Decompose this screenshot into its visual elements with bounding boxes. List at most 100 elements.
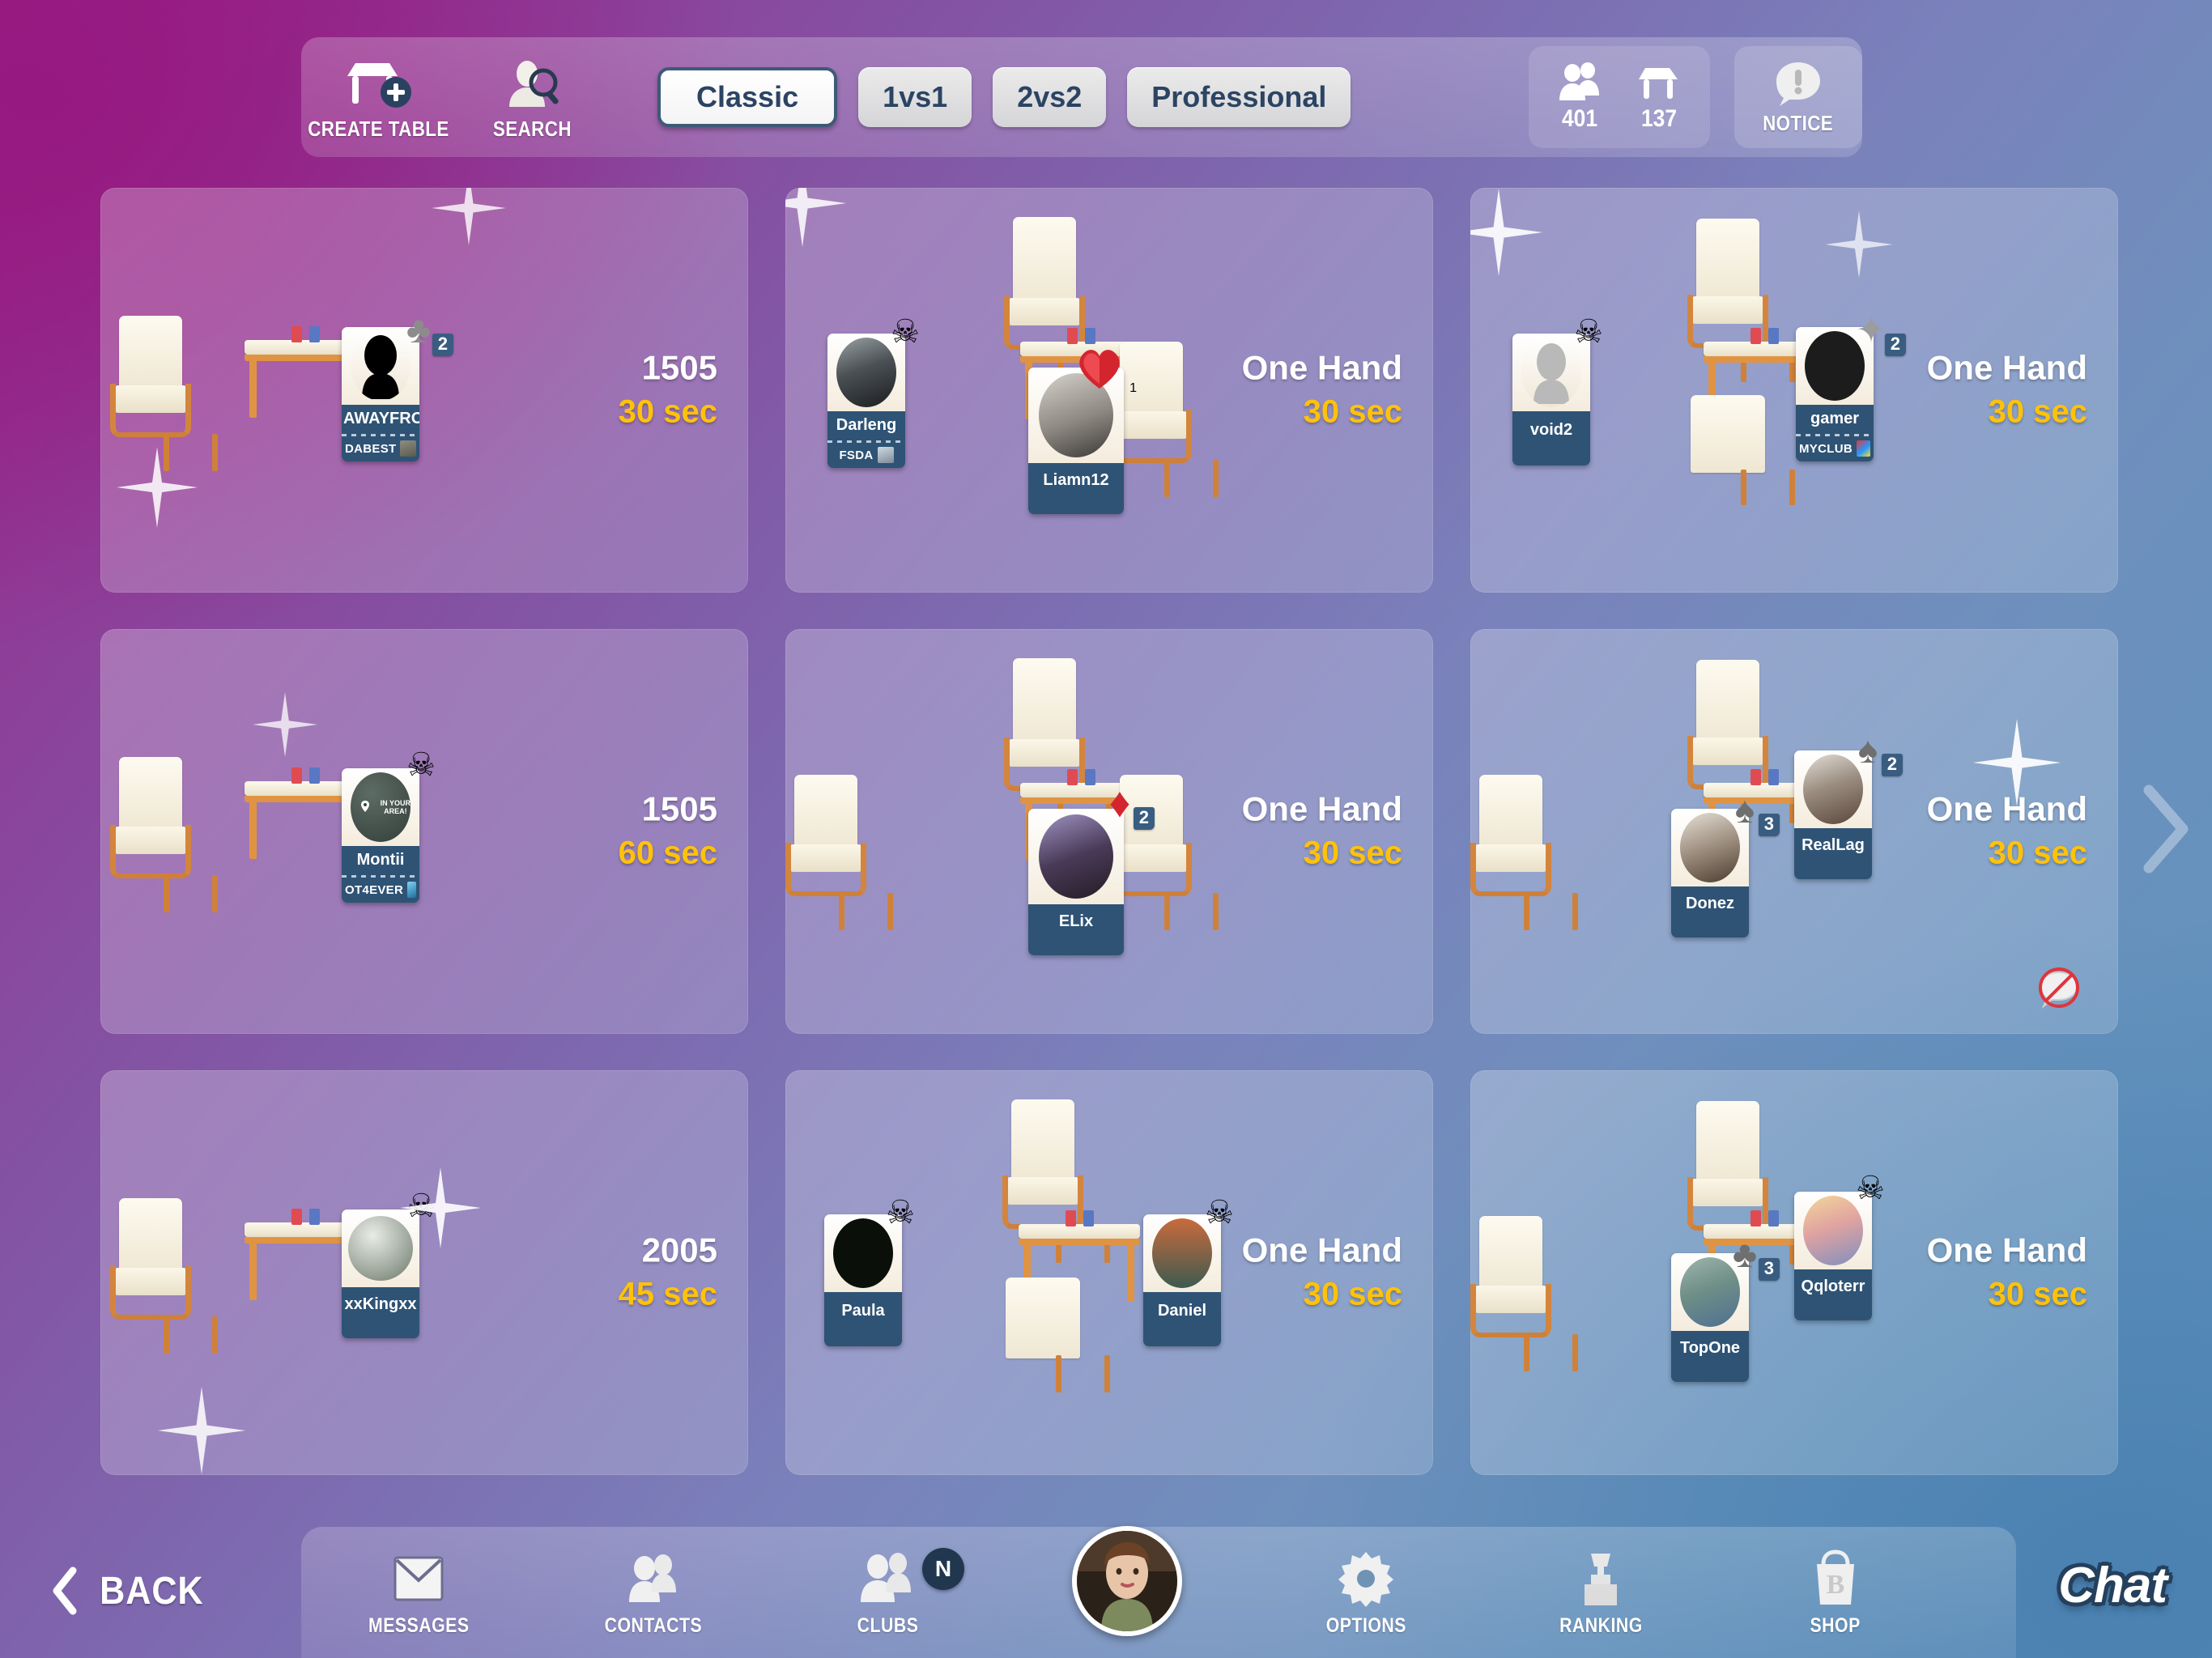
envelope-icon xyxy=(389,1548,449,1609)
player-club: MYCLUB xyxy=(1796,438,1874,461)
player-name: TopOne xyxy=(1671,1331,1749,1382)
nav-item-shop[interactable]: B SHOP xyxy=(1718,1527,1953,1658)
shopping-bag-icon: B xyxy=(1809,1548,1862,1609)
table-mode: One Hand xyxy=(1241,1231,1402,1269)
player-name: Liamn12 xyxy=(1028,463,1124,514)
player-plaque[interactable]: ♠ 3 Donez xyxy=(1671,791,1780,937)
table-mode: One Hand xyxy=(1926,789,2087,828)
plaque-divider xyxy=(1796,432,1874,438)
player-name: Daniel xyxy=(1143,1292,1221,1346)
player-plaque[interactable]: ♠ 2 RealLag xyxy=(1794,731,1903,879)
mode-tab-2vs2[interactable]: 2vs2 xyxy=(993,67,1107,127)
mode-tab-1vs1[interactable]: 1vs1 xyxy=(858,67,972,127)
club-name: OT4EVER xyxy=(345,882,404,897)
table-meta: One Hand 30 sec xyxy=(1927,791,2087,871)
table-timer: 30 sec xyxy=(1303,835,1402,871)
trophy-icon xyxy=(1572,1548,1630,1609)
table-mode: 2005 xyxy=(641,1231,717,1269)
skull-icon: ☠ xyxy=(1856,1171,1885,1206)
table-card[interactable]: ☠ xxKingxx 2005 45 sec xyxy=(100,1070,748,1475)
table-card[interactable]: ♠ 3 Donez ♠ 2 RealLag One Hand 30 sec xyxy=(1470,629,2118,1034)
player-plaque[interactable]: ☠ Paula xyxy=(824,1197,915,1346)
player-name: Paula xyxy=(824,1292,902,1346)
skull-icon: ☠ xyxy=(1574,314,1603,350)
table-card[interactable]: ♦ 2 ELix One Hand 30 sec xyxy=(785,629,1433,1034)
player-name: Montii xyxy=(342,846,419,873)
suit-level: 3 xyxy=(1758,814,1780,836)
no-chat-icon xyxy=(2037,967,2081,1011)
club-name: DABEST xyxy=(345,441,397,456)
table-card[interactable]: ☠ Darleng FSDA 1 Liamn12 One Hand 30 sec xyxy=(785,188,1433,593)
table-meta: One Hand 30 sec xyxy=(1927,350,2087,430)
sparkle-decoration xyxy=(1825,210,1893,278)
nav-label-messages: MESSAGES xyxy=(368,1613,470,1637)
player-plaque[interactable]: ☠ Qqloterr xyxy=(1794,1172,1885,1320)
player-plaque[interactable]: ☠ xxKingxx xyxy=(342,1190,436,1338)
plaque-divider xyxy=(827,438,905,444)
table-timer: 60 sec xyxy=(618,835,717,871)
table-card[interactable]: ☠ Paula ☠ Daniel One Hand 30 sec xyxy=(785,1070,1433,1475)
suit-badge-club: ♣ 3 xyxy=(1723,1232,1780,1281)
table-card[interactable]: IN YOUR AREA! ☠ Montii OT4EVER 1505 60 se… xyxy=(100,629,748,1034)
club-emblem-icon xyxy=(1856,440,1870,457)
suit-badge-club: ♣ 2 xyxy=(397,308,453,356)
nav-item-ranking[interactable]: RANKING xyxy=(1483,1527,1718,1658)
player-plaque[interactable]: ☠ Darleng FSDA xyxy=(827,316,920,468)
table-card[interactable]: ♣ 3 TopOne ☠ Qqloterr One Hand 30 sec xyxy=(1470,1070,2118,1475)
clubs-icon xyxy=(853,1548,923,1609)
user-avatar-button[interactable] xyxy=(1006,1526,1249,1647)
nav-label-options: OPTIONS xyxy=(1325,1613,1406,1637)
plaque-divider xyxy=(342,873,419,879)
sparkle-decoration xyxy=(117,447,198,528)
suit-badge-star: ✦ 2 xyxy=(1849,308,1906,356)
tables-open-counter: 137 xyxy=(1636,62,1682,133)
mode-tab-classic[interactable]: Classic xyxy=(657,67,838,127)
contacts-icon xyxy=(621,1548,686,1609)
next-page-button[interactable] xyxy=(2138,780,2194,878)
nav-item-contacts[interactable]: CONTACTS xyxy=(536,1527,771,1658)
player-plaque[interactable]: ☠ Daniel xyxy=(1143,1197,1234,1346)
table-timer: 30 sec xyxy=(1988,393,2087,430)
table-timer: 30 sec xyxy=(1303,1276,1402,1312)
sparkle-decoration xyxy=(432,188,506,245)
table-meta: One Hand 30 sec xyxy=(1242,791,1402,871)
player-plaque[interactable]: 1 Liamn12 xyxy=(1028,350,1137,514)
nav-item-options[interactable]: OPTIONS xyxy=(1249,1527,1483,1658)
chevron-left-icon xyxy=(53,1567,77,1615)
notice-button[interactable]: NOTICE xyxy=(1734,46,1862,148)
notice-icon xyxy=(1776,62,1820,106)
table-mode: One Hand xyxy=(1926,1231,2087,1269)
player-plaque[interactable]: ♣ 2 AWAYFRO DABEST xyxy=(342,311,453,461)
nav-label-contacts: CONTACTS xyxy=(604,1613,703,1637)
club-emblem-icon xyxy=(407,882,416,898)
back-button[interactable]: BACK xyxy=(50,1566,210,1616)
suit-badge-spade: ♠ 3 xyxy=(1723,788,1780,836)
player-plaque[interactable]: ✦ 2 gamer MYCLUB xyxy=(1796,311,1906,461)
player-plaque[interactable]: ♦ 2 ELix xyxy=(1028,782,1155,955)
player-club: FSDA xyxy=(827,444,905,468)
suit-badge-spade: ♠ 2 xyxy=(1846,728,1903,776)
player-plaque[interactable]: ☠ void2 xyxy=(1512,316,1603,466)
player-plaque[interactable]: ♣ 3 TopOne xyxy=(1671,1235,1780,1382)
notice-label: NOTICE xyxy=(1763,110,1834,135)
table-timer: 30 sec xyxy=(1303,393,1402,430)
chat-button[interactable]: Chat xyxy=(2058,1557,2167,1614)
mode-tab-professional[interactable]: Professional xyxy=(1127,67,1351,127)
suit-badge-heart: 1 xyxy=(1073,343,1137,396)
create-table-button[interactable]: CREATE TABLE xyxy=(301,37,455,157)
table-card[interactable]: ♣ 2 AWAYFRO DABEST 1505 30 sec xyxy=(100,188,748,593)
skull-icon: ☠ xyxy=(891,314,920,350)
suit-level: 2 xyxy=(1884,334,1906,356)
club-name: MYCLUB xyxy=(1799,441,1853,456)
table-mode: One Hand xyxy=(1926,348,2087,387)
table-timer: 30 sec xyxy=(1988,835,2087,871)
nav-item-clubs[interactable]: N CLUBS xyxy=(771,1527,1006,1658)
table-icon xyxy=(1639,68,1678,99)
nav-item-messages[interactable]: MESSAGES xyxy=(301,1527,536,1658)
search-button[interactable]: SEARCH xyxy=(455,37,609,157)
player-plaque[interactable]: IN YOUR AREA! ☠ Montii OT4EVER xyxy=(342,749,436,903)
player-name: Darleng xyxy=(827,411,905,438)
table-card[interactable]: ☠ void2 ✦ 2 gamer MYCLUB One Hand 30 sec xyxy=(1470,188,2118,593)
player-name: void2 xyxy=(1512,411,1590,466)
table-mode: 1505 xyxy=(641,348,717,387)
